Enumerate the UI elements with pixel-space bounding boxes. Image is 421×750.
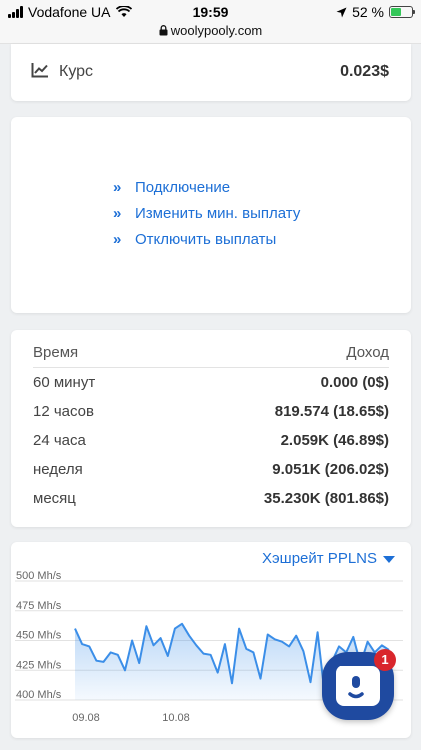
period: месяц [33, 490, 76, 507]
actions-card: » Подключение » Изменить мин. выплату » Отк… [11, 117, 411, 313]
caret-down-icon [383, 556, 395, 563]
amount: 819.574 (18.65$) [274, 403, 389, 420]
x-tick-label: 10.08 [162, 712, 190, 724]
status-right: 52 % [336, 4, 415, 20]
y-tick-label: 450 Mh/s [16, 630, 62, 642]
battery-percent: 52 % [352, 4, 384, 20]
y-tick-label: 475 Mh/s [16, 600, 62, 612]
rate-card: Курс 0.023$ [11, 44, 411, 101]
y-tick-label: 425 Mh/s [16, 659, 62, 671]
amount: 2.059K (46.89$) [280, 432, 389, 449]
income-header: Время Доход [33, 344, 389, 368]
hashrate-dropdown-label: Хэшрейт PPLNS [262, 550, 377, 567]
location-arrow-icon [336, 7, 347, 17]
table-row: 12 часов 819.574 (18.65$) [33, 403, 389, 429]
period: 24 часа [33, 432, 86, 449]
y-tick-label: 400 Mh/s [16, 689, 62, 701]
period: 12 часов [33, 403, 94, 420]
change-min-payout-label: Изменить мин. выплату [135, 205, 301, 222]
change-min-payout-link[interactable]: » Изменить мин. выплату [113, 205, 300, 222]
notification-badge: 1 [374, 649, 396, 671]
battery-icon [389, 6, 415, 18]
trend-chart-icon [31, 63, 48, 78]
disable-payouts-label: Отключить выплаты [135, 231, 277, 248]
table-row: месяц 35.230K (801.86$) [33, 490, 389, 516]
col-income: Доход [346, 344, 389, 361]
amount: 35.230K (801.86$) [263, 490, 389, 507]
table-row: 24 часа 2.059K (46.89$) [33, 432, 389, 458]
period: неделя [33, 461, 83, 478]
double-chevron-icon: » [113, 179, 121, 196]
status-bar: Vodafone UA 19:59 woolypooly.com 52 % [0, 0, 421, 44]
income-card: Время Доход 60 минут 0.000 (0$) 12 часов 8… [11, 330, 411, 527]
col-time: Время [33, 344, 79, 361]
url-text: woolypooly.com [170, 23, 263, 38]
address-bar[interactable]: woolypooly.com [0, 23, 421, 38]
period: 60 минут [33, 374, 96, 391]
rate-label: Курс [59, 63, 94, 80]
amount: 9.051K (206.02$) [272, 461, 389, 478]
x-tick-label: 09.08 [72, 712, 100, 724]
y-tick-label: 500 Mh/s [16, 570, 62, 582]
double-chevron-icon: » [113, 231, 121, 248]
lock-icon [159, 25, 168, 36]
double-chevron-icon: » [113, 205, 121, 222]
rate-value: 0.023$ [340, 63, 389, 80]
connect-link-label: Подключение [135, 179, 231, 196]
hashrate-dropdown[interactable]: Хэшрейт PPLNS [262, 550, 395, 567]
disable-payouts-link[interactable]: » Отключить выплаты [113, 231, 276, 248]
connect-link[interactable]: » Подключение [113, 179, 230, 196]
amount: 0.000 (0$) [320, 374, 389, 391]
table-row: 60 минут 0.000 (0$) [33, 374, 389, 400]
table-row: неделя 9.051K (206.02$) [33, 461, 389, 487]
